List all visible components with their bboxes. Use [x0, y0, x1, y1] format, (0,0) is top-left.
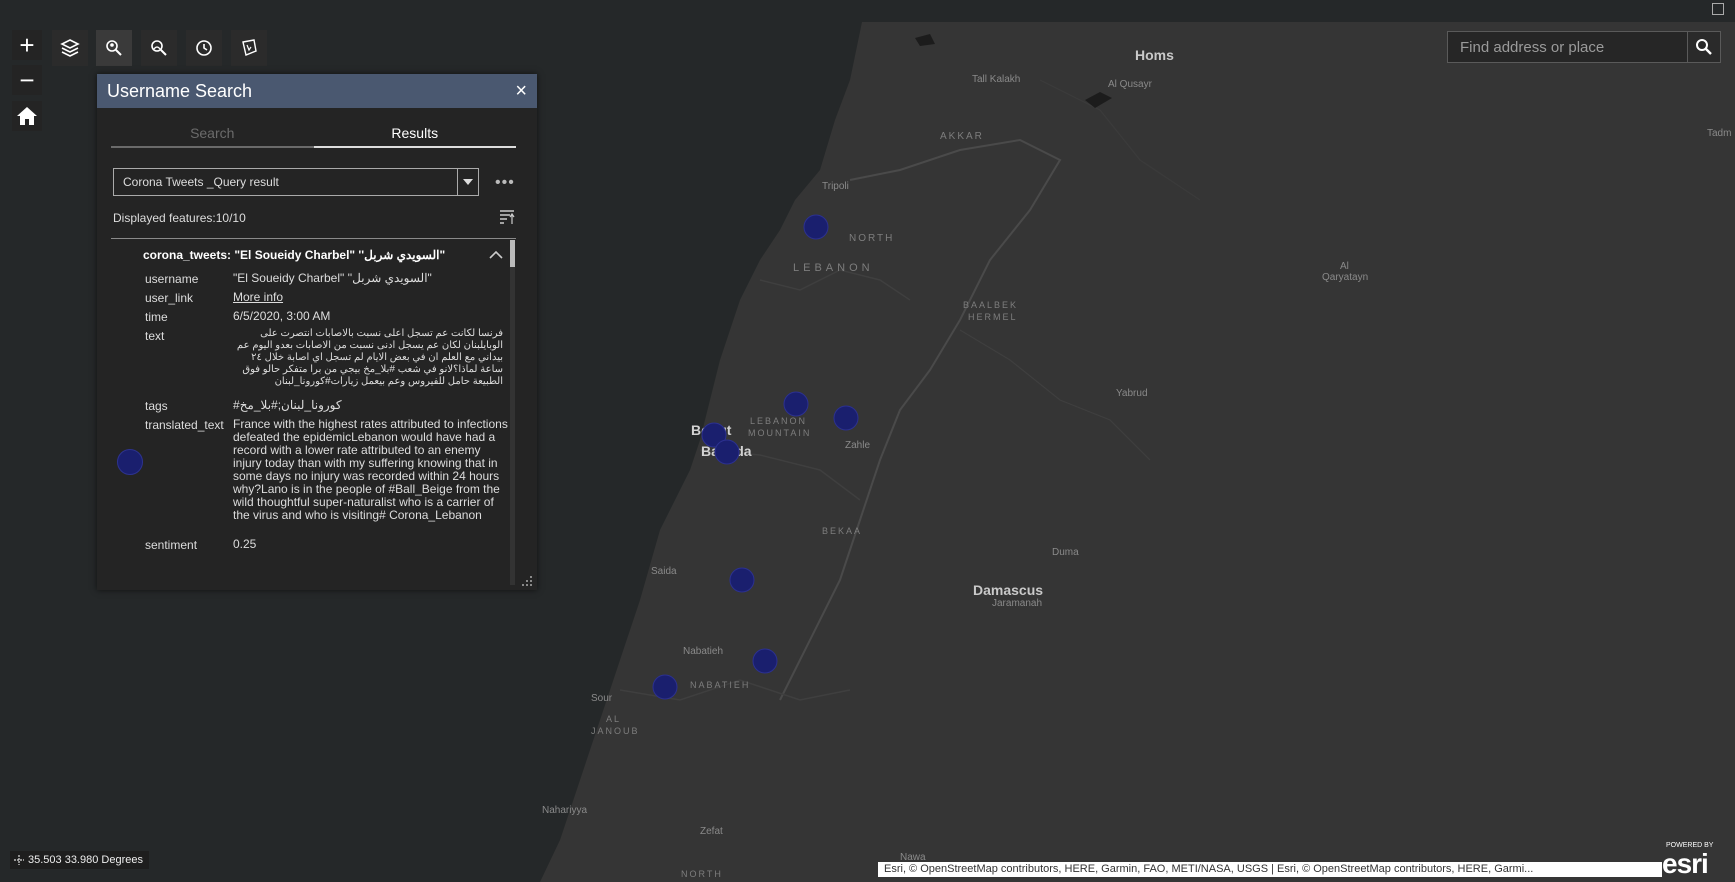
- map-label-al: AL: [606, 714, 622, 724]
- map-label-qaryatayn: Qaryatayn: [1322, 272, 1369, 283]
- panel-title: Username Search: [107, 80, 253, 101]
- panel-tabs: Search Results: [111, 122, 516, 148]
- field-translated-value: France with the highest rates attributed…: [233, 417, 508, 522]
- map-label-zahle: Zahle: [845, 440, 871, 451]
- panel-header: Username Search ×: [97, 74, 537, 108]
- map-label-hermel: HERMEL: [968, 312, 1018, 322]
- result-item: corona_tweets: "El Soueidy Charbel" ''ال…: [111, 240, 511, 585]
- map-label-tadm: Tadm: [1707, 128, 1732, 139]
- map-label-akkar: AKKAR: [940, 131, 984, 142]
- map-label-zefat: Zefat: [700, 826, 723, 837]
- chevron-up-icon[interactable]: [489, 246, 503, 264]
- field-tags-value: #كورونا_لبنان;#بلا_مخ: [233, 398, 342, 412]
- field-translated-key: translated_text: [145, 418, 224, 432]
- user-search-icon: [106, 40, 122, 56]
- field-username-value: "El Soueidy Charbel" ''السويدي شربل": [233, 271, 432, 285]
- layer-select-value: Corona Tweets _Query result: [123, 175, 279, 189]
- more-info-link[interactable]: More info: [233, 291, 508, 304]
- layers-button[interactable]: [52, 30, 88, 66]
- field-time-value: 6/5/2020, 3:00 AM: [233, 309, 331, 323]
- username-search-panel: Username Search × Search Results Corona …: [97, 74, 537, 590]
- map-label-jaramanah: Jaramanah: [992, 598, 1043, 609]
- map-label-saida: Saida: [651, 566, 677, 577]
- home-icon: [17, 107, 37, 125]
- map-label-sour: Sour: [591, 693, 613, 704]
- results-scrollbar[interactable]: [510, 240, 515, 585]
- map-label-mountain: MOUNTAIN: [748, 428, 812, 438]
- field-sentiment-value: 0.25: [233, 537, 257, 551]
- scrollbar-thumb[interactable]: [510, 240, 515, 267]
- divider: [111, 238, 516, 239]
- query-search-button[interactable]: [141, 30, 177, 66]
- select-tool-button[interactable]: [231, 30, 267, 66]
- map-label-baabda: Baabda: [701, 443, 752, 459]
- map-label-baalbek: BAALBEK: [963, 300, 1019, 310]
- tab-search[interactable]: Search: [111, 122, 314, 148]
- attribution-text[interactable]: Esri, © OpenStreetMap contributors, HERE…: [878, 862, 1662, 877]
- tab-results[interactable]: Results: [313, 122, 516, 148]
- search-button[interactable]: [1687, 31, 1721, 63]
- layer-select[interactable]: Corona Tweets _Query result: [113, 168, 479, 196]
- map-label-yabrud: Yabrud: [1116, 388, 1148, 399]
- zoom-in-button[interactable]: +: [12, 30, 42, 60]
- close-icon[interactable]: ×: [515, 80, 527, 103]
- map-label-al-qaryatayn: Al: [1340, 261, 1349, 272]
- result-symbol: [117, 449, 143, 475]
- fullscreen-button[interactable]: [1712, 3, 1724, 15]
- search-icon: [1696, 39, 1712, 55]
- map-label-north-bottom: NORTH: [681, 869, 723, 879]
- address-search-box: [1447, 31, 1688, 63]
- chevron-down-icon: [457, 169, 478, 195]
- map-label-north: NORTH: [849, 233, 895, 244]
- map-label-nahariyya: Nahariyya: [542, 805, 588, 816]
- field-username-key: username: [145, 272, 199, 286]
- hand-select-icon: [242, 39, 257, 56]
- map-label-lebanon-mountain: LEBANON: [750, 416, 808, 426]
- field-tags-key: tags: [145, 399, 168, 413]
- sort-icon: [500, 210, 515, 224]
- zoom-out-button[interactable]: −: [12, 65, 42, 95]
- coordinate-readout[interactable]: 35.503 33.980 Degrees: [10, 851, 149, 869]
- map-label-al-qusayr: Al Qusayr: [1108, 79, 1152, 90]
- map-label-nabatieh-city: Nabatieh: [683, 646, 724, 657]
- address-search-input[interactable]: [1448, 32, 1686, 62]
- map-label-damascus: Damascus: [973, 582, 1044, 598]
- result-title[interactable]: corona_tweets: "El Soueidy Charbel" ''ال…: [143, 248, 445, 262]
- layers-icon: [60, 39, 80, 57]
- more-options-button[interactable]: •••: [495, 174, 515, 192]
- map-label-lebanon: LEBANON: [793, 262, 874, 274]
- field-user-link-key: user_link: [145, 291, 194, 305]
- map-label-tall-kalakh: Tall Kalakh: [972, 74, 1021, 85]
- resize-icon: [522, 576, 532, 586]
- field-time-key: time: [145, 310, 168, 324]
- map-label-beirut: Beirut: [691, 422, 732, 438]
- history-button[interactable]: [186, 30, 222, 66]
- map-label-tripoli: Tripoli: [822, 181, 849, 192]
- field-sentiment-key: sentiment: [145, 538, 198, 552]
- map-label-duma: Duma: [1052, 547, 1079, 558]
- field-text-key: text: [145, 329, 165, 343]
- crosshair-icon: [14, 855, 24, 865]
- coordinate-text: 35.503 33.980 Degrees: [28, 854, 143, 866]
- username-search-button[interactable]: [96, 30, 132, 66]
- displayed-features-count: Displayed features:10/10: [113, 211, 246, 225]
- history-icon: [196, 40, 212, 56]
- map-label-homs: Homs: [1135, 47, 1174, 63]
- search-person-icon: [151, 40, 167, 56]
- esri-wordmark: esri: [1662, 848, 1709, 879]
- map-label-bekaa: BEKAA: [822, 526, 863, 536]
- field-text-value: فرنسا لكانت عم تسجل اعلى نسبت بالاصابات …: [236, 328, 503, 387]
- map-label-janoub: JANOUB: [591, 726, 640, 736]
- home-button[interactable]: [12, 101, 42, 131]
- map-label-nabatieh-region: NABATIEH: [690, 680, 751, 690]
- sort-button[interactable]: [499, 209, 515, 230]
- resize-handle[interactable]: [521, 574, 533, 590]
